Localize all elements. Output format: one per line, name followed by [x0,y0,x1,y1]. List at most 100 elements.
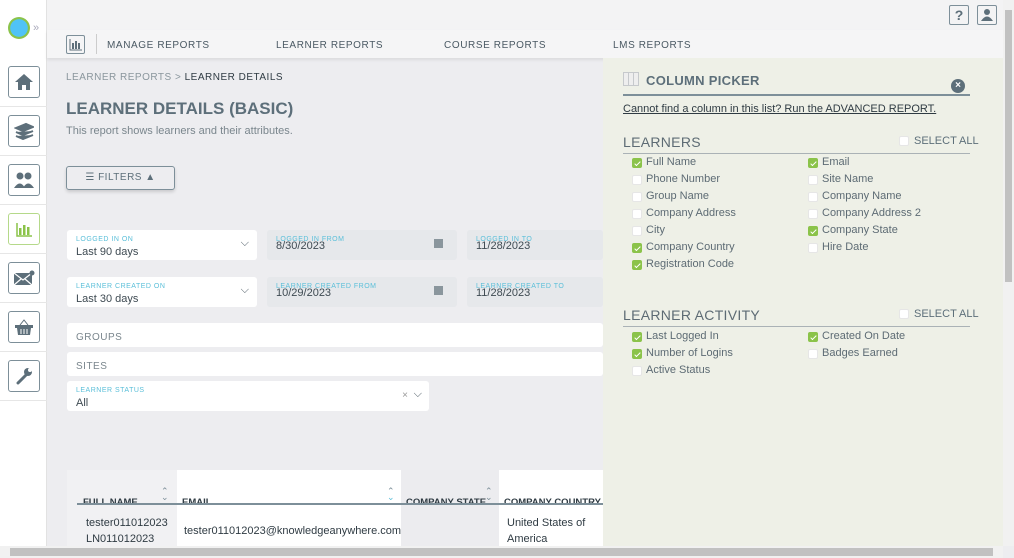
column-checkbox[interactable] [632,332,642,342]
column-checkbox[interactable] [632,349,642,359]
advanced-report-link[interactable]: Cannot find a column in this list? Run t… [623,103,936,115]
column-checkbox[interactable] [632,158,642,168]
column-checkbox[interactable] [808,243,818,253]
filters-button[interactable]: ☰ FILTERS ▲ [66,166,175,190]
column-checkbox[interactable] [808,226,818,236]
column-checkbox[interactable] [808,332,818,342]
logged-in-to-date[interactable]: LOGGED IN TO 11/28/2023 [467,230,603,260]
created-from-date[interactable]: LEARNER CREATED FROM 10/29/2023 [267,277,457,307]
nav-lms-reports[interactable]: LMS REPORTS [613,40,691,51]
mail-icon [7,262,40,294]
results-table: FULL NAME ⌃⌄ EMAIL ⌃⌄ COMPANY STATE ⌃⌄ C… [67,470,603,546]
cell-full-name-2: LN011012023 [86,533,155,545]
chevron-down-icon[interactable]: ⌵ [414,388,422,401]
nav-learner-reports[interactable]: LEARNER REPORTS [276,40,383,51]
column-option-label[interactable]: Registration Code [646,258,734,270]
cell-company-country-2: America [507,533,548,545]
user-profile-icon[interactable] [977,5,997,25]
column-checkbox[interactable] [808,209,818,219]
nav-course-reports[interactable]: COURSE REPORTS [444,40,546,51]
column-option-label[interactable]: Group Name [646,190,709,202]
field-label: LEARNER STATUS [76,387,145,394]
sidebar-item-reports[interactable] [0,205,47,254]
column-option-label[interactable]: Hire Date [822,241,868,253]
column-checkbox[interactable] [808,158,818,168]
expand-chevrons-icon[interactable]: » [33,22,39,34]
column-option-label[interactable]: Phone Number [646,173,720,185]
users-icon [7,164,40,196]
column-checkbox[interactable] [632,243,642,253]
sort-icon[interactable]: ⌃ ⌄ [161,487,169,502]
column-option-label[interactable]: Company Address 2 [822,207,921,219]
column-option-label[interactable]: Created On Date [822,330,905,342]
column-option-label[interactable]: Company State [822,224,898,236]
column-picker-panel: COLUMN PICKER × Cannot find a column in … [603,58,1003,546]
column-option-label[interactable]: Last Logged In [646,330,719,342]
column-option-label[interactable]: Number of Logins [646,347,733,359]
clear-icon[interactable]: × [402,390,408,401]
sidebar-item-courses[interactable] [0,107,47,156]
field-label: LEARNER CREATED ON [76,283,166,290]
column-option-label[interactable]: Site Name [822,173,873,185]
learner-status-select[interactable]: LEARNER STATUS All × ⌵ [67,381,429,411]
sites-field[interactable]: SITES [67,352,603,376]
sidebar-item-settings[interactable] [0,352,47,401]
column-option-label[interactable]: City [646,224,665,236]
calendar-icon[interactable] [434,239,443,248]
field-value: Last 90 days [76,246,139,258]
sidebar-item-users[interactable] [0,156,47,205]
sidebar: » [0,0,47,546]
column-checkbox[interactable] [632,260,642,270]
created-on-select[interactable]: LEARNER CREATED ON Last 30 days ⌵ [67,277,257,307]
sidebar-item-home[interactable] [0,58,47,107]
column-checkbox[interactable] [808,192,818,202]
breadcrumb: LEARNER REPORTS > LEARNER DETAILS [66,72,283,83]
logged-in-on-select[interactable]: LOGGED IN ON Last 90 days ⌵ [67,230,257,260]
field-value: 11/28/2023 [476,287,531,299]
close-icon[interactable]: × [951,79,965,93]
column-checkbox[interactable] [632,175,642,185]
column-option-label[interactable]: Company Address [646,207,736,219]
column-checkbox[interactable] [632,226,642,236]
column-option-label[interactable]: Email [822,156,850,168]
column-checkbox[interactable] [808,175,818,185]
sidebar-item-store[interactable] [0,303,47,352]
filters-label: FILTERS [98,172,142,183]
columns-icon [623,72,639,86]
sort-icon[interactable]: ⌃ ⌄ [387,487,395,502]
report-nav: MANAGE REPORTS LEARNER REPORTS COURSE RE… [47,30,1003,58]
chevron-down-icon: ⌵ [240,237,249,249]
select-all-learners-checkbox[interactable] [899,136,909,146]
filter-lines-icon: ☰ [85,172,99,183]
calendar-icon[interactable] [434,286,443,295]
groups-field[interactable]: GROUPS [67,323,603,347]
horizontal-scrollbar[interactable] [0,546,1003,558]
vertical-scrollbar[interactable] [1003,0,1014,546]
books-icon [7,115,40,147]
column-option-label[interactable]: Badges Earned [822,347,898,359]
column-checkbox[interactable] [632,209,642,219]
help-icon[interactable]: ? [949,5,969,25]
logged-in-from-date[interactable]: LOGGED IN FROM 8/30/2023 [267,230,457,260]
reports-icon[interactable] [66,35,85,54]
column-checkbox[interactable] [632,192,642,202]
column-checkbox[interactable] [632,366,642,376]
sidebar-item-messages[interactable] [0,254,47,303]
field-value: 11/28/2023 [476,240,531,252]
cell-email: tester011012023@knowledgeanywhere.com [184,525,402,537]
column-option-label[interactable]: Company Country [646,241,735,253]
select-all-activity-checkbox[interactable] [899,309,909,319]
created-to-date[interactable]: LEARNER CREATED TO 11/28/2023 [467,277,603,307]
section-title-activity: LEARNER ACTIVITY [623,307,761,323]
column-checkbox[interactable] [808,349,818,359]
sort-icon[interactable]: ⌃ ⌄ [485,487,493,502]
column-option-label[interactable]: Active Status [646,364,710,376]
breadcrumb-parent[interactable]: LEARNER REPORTS [66,72,172,83]
column-option-label[interactable]: Company Name [822,190,901,202]
header-divider [77,503,603,505]
home-icon [7,66,40,98]
chevron-down-icon: ⌵ [240,284,249,296]
column-option-label[interactable]: Full Name [646,156,696,168]
nav-manage-reports[interactable]: MANAGE REPORTS [107,40,210,51]
field-value: 10/29/2023 [276,287,332,299]
